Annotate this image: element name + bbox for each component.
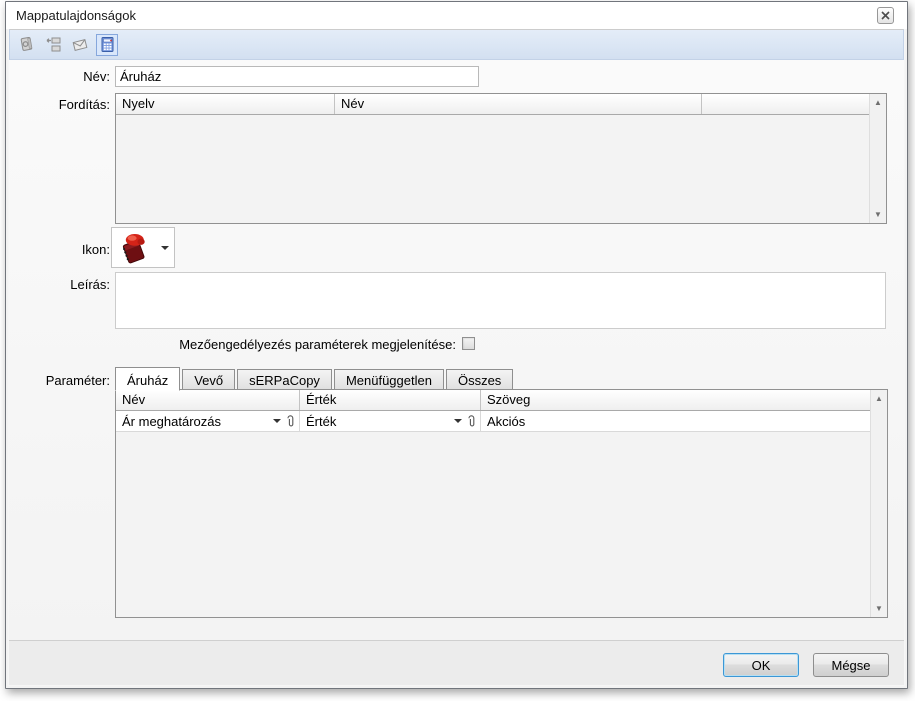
cancel-button[interactable]: Mégse — [813, 653, 889, 677]
name-label: Név: — [83, 69, 110, 84]
paperclip-icon[interactable] — [467, 414, 476, 428]
column-header-nev[interactable]: Név — [335, 94, 702, 114]
column-header-empty[interactable] — [702, 94, 869, 114]
tab-vevo[interactable]: Vevő — [182, 369, 236, 390]
icon-dropdown-arrow-icon[interactable] — [161, 245, 169, 250]
scroll-up-icon[interactable]: ▲ — [870, 94, 886, 111]
parameter-value: Érték — [306, 413, 337, 429]
scroll-down-icon[interactable]: ▼ — [870, 206, 886, 223]
field-permission-checkbox[interactable] — [462, 337, 475, 350]
translation-table[interactable]: Nyelv Név ▲ ▼ — [115, 93, 887, 224]
field-permission-label: Mezőengedélyezés paraméterek megjeleníté… — [179, 337, 456, 352]
parameter-scrollbar[interactable]: ▲ ▼ — [870, 390, 887, 617]
toolbar — [9, 29, 904, 60]
parameter-text-value: Akciós — [487, 413, 526, 429]
parameter-label: Paraméter: — [45, 373, 110, 388]
translation-scrollbar[interactable]: ▲ ▼ — [869, 94, 886, 223]
move-item-icon — [46, 37, 60, 52]
translation-table-header[interactable]: Nyelv Név — [116, 94, 869, 115]
desktop-background: Mappatulajdonságok Név: Áruház Fordítás:… — [0, 0, 915, 701]
icon-label: Ikon: — [81, 242, 110, 257]
contacts-icon — [20, 36, 32, 51]
dialog-content: Név: Fordítás: Nyelv Név ▲ ▼ Ikon: — [9, 60, 904, 640]
parameter-name-value: Ár meghatározás — [122, 413, 221, 429]
move-item-button[interactable] — [42, 34, 64, 56]
tab-osszes[interactable]: Összes — [445, 369, 514, 390]
icon-dropdown[interactable] — [111, 227, 175, 268]
red-notebook-icon — [122, 233, 145, 263]
parameter-section: Áruház Vevő sERPaCopy Menüfüggetlen Össz… — [115, 366, 888, 618]
paperclip-icon[interactable] — [286, 414, 295, 428]
ok-button[interactable]: OK — [723, 653, 799, 677]
scroll-up-icon[interactable]: ▲ — [871, 390, 887, 407]
titlebar[interactable]: Mappatulajdonságok — [6, 2, 907, 29]
scroll-down-icon[interactable]: ▼ — [871, 600, 887, 617]
tab-menufuggetlen[interactable]: Menüfüggetlen — [333, 369, 444, 390]
parameter-table-header[interactable]: Név Érték Szöveg — [116, 390, 870, 411]
mail-icon — [72, 39, 87, 51]
translation-label: Fordítás: — [58, 97, 110, 112]
window-title: Mappatulajdonságok — [16, 8, 136, 23]
table-row[interactable]: Ár meghatározás Érték Akciós — [116, 411, 870, 432]
mail-button[interactable] — [69, 34, 91, 56]
description-textarea[interactable] — [115, 272, 886, 329]
calculator-button[interactable] — [96, 33, 118, 56]
column-header-ertek[interactable]: Érték — [300, 390, 481, 410]
tab-serpacopy[interactable]: sERPaCopy — [237, 369, 332, 390]
name-input[interactable] — [115, 66, 479, 87]
dropdown-arrow-icon[interactable] — [273, 419, 281, 423]
description-label: Leírás: — [70, 277, 110, 292]
column-header-nev[interactable]: Név — [116, 390, 300, 410]
close-icon — [881, 11, 890, 20]
footer-bar: OK Mégse — [9, 640, 904, 685]
column-header-nyelv[interactable]: Nyelv — [116, 94, 335, 114]
dropdown-arrow-icon[interactable] — [454, 419, 462, 423]
parameter-table[interactable]: Név Érték Szöveg Ár meghatározás Érték A… — [115, 389, 888, 618]
close-button[interactable] — [877, 7, 894, 24]
calculator-icon — [101, 37, 113, 52]
tab-aruhaz[interactable]: Áruház — [115, 367, 181, 391]
parameter-value-cell[interactable]: Érték — [300, 411, 481, 431]
contacts-button[interactable] — [15, 34, 37, 56]
column-header-szoveg[interactable]: Szöveg — [481, 390, 870, 410]
parameter-tabs: Áruház Vevő sERPaCopy Menüfüggetlen Össz… — [115, 366, 888, 391]
dialog-window: Mappatulajdonságok Név: Áruház Fordítás:… — [5, 1, 908, 689]
parameter-name-cell[interactable]: Ár meghatározás — [116, 411, 300, 431]
parameter-text-cell[interactable]: Akciós — [481, 411, 870, 431]
